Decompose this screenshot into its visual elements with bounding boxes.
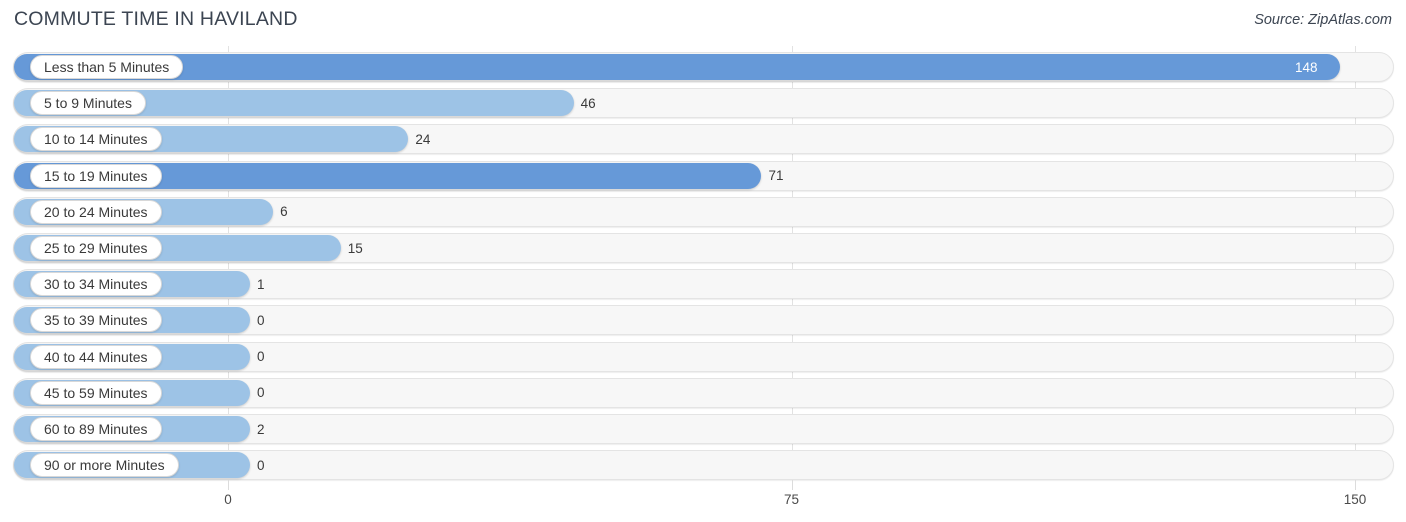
- bar-value-label: 0: [257, 312, 265, 328]
- category-label-pill: 10 to 14 Minutes: [30, 127, 162, 152]
- chart-header: COMMUTE TIME IN HAVILAND Source: ZipAtla…: [0, 0, 1406, 42]
- bar-value-label: 71: [768, 168, 784, 184]
- source-attribution: Source: ZipAtlas.com: [1254, 12, 1392, 28]
- value-bar[interactable]: [14, 54, 1340, 80]
- axis-tick-mark: [791, 480, 793, 490]
- category-label-pill: 35 to 39 Minutes: [30, 308, 162, 333]
- table-row[interactable]: 30 to 34 Minutes 1: [13, 269, 1394, 300]
- bar-rows: Less than 5 Minutes 148 5 to 9 Minutes 46 10…: [0, 46, 1406, 486]
- bar-value-label: 1: [257, 276, 265, 292]
- table-row[interactable]: 25 to 29 Minutes 15: [13, 233, 1394, 263]
- table-row[interactable]: 35 to 39 Minutes 0: [13, 305, 1394, 336]
- category-label: 60 to 89 Minutes: [44, 421, 148, 437]
- category-label: Less than 5 Minutes: [44, 59, 170, 75]
- category-label-pill: 90 or more Minutes: [30, 453, 179, 478]
- x-axis: 0 75 150: [0, 480, 1406, 522]
- bar-value-label: 6: [280, 204, 288, 220]
- axis-tick-label: 75: [783, 492, 800, 507]
- table-row[interactable]: 20 to 24 Minutes 6: [13, 196, 1394, 227]
- axis-tick-label: 0: [224, 492, 232, 507]
- category-label: 45 to 59 Minutes: [44, 384, 148, 401]
- table-row[interactable]: 90 or more Minutes 0: [13, 450, 1394, 481]
- category-label-pill: 15 to 19 Minutes: [30, 163, 162, 188]
- category-label-pill: Less than 5 Minutes: [30, 55, 184, 79]
- table-row[interactable]: 60 to 89 Minutes 2: [13, 414, 1394, 444]
- bar-value-label: 148: [1294, 59, 1318, 75]
- category-label: 5 to 9 Minutes: [44, 95, 132, 112]
- category-label-pill: 5 to 9 Minutes: [30, 91, 146, 116]
- category-label: 90 or more Minutes: [44, 457, 165, 474]
- axis-tick-mark: [1355, 480, 1356, 490]
- category-label: 40 to 44 Minutes: [44, 348, 148, 365]
- category-label-pill: 25 to 29 Minutes: [30, 236, 162, 260]
- bar-value-label: 46: [580, 95, 596, 111]
- table-row[interactable]: 5 to 9 Minutes 46: [13, 88, 1394, 119]
- category-label: 15 to 19 Minutes: [44, 167, 148, 184]
- category-label-pill: 30 to 34 Minutes: [30, 272, 162, 297]
- category-label-pill: 60 to 89 Minutes: [30, 417, 162, 441]
- category-label: 20 to 24 Minutes: [44, 203, 148, 220]
- bar-value-label: 0: [257, 457, 265, 473]
- page-title: COMMUTE TIME IN HAVILAND: [14, 8, 298, 30]
- table-row[interactable]: Less than 5 Minutes 148: [13, 52, 1394, 82]
- axis-tick-label: 150: [1343, 492, 1367, 507]
- table-row[interactable]: 40 to 44 Minutes 0: [13, 341, 1394, 372]
- bar-value-label: 24: [415, 131, 431, 147]
- table-row[interactable]: 10 to 14 Minutes 24: [13, 124, 1394, 155]
- category-label: 25 to 29 Minutes: [44, 240, 148, 256]
- chart-plot-area: Less than 5 Minutes 148 5 to 9 Minutes 46 10…: [0, 46, 1406, 486]
- bar-value-label: 2: [257, 421, 265, 437]
- table-row[interactable]: 15 to 19 Minutes 71: [13, 160, 1394, 191]
- category-label-pill: 40 to 44 Minutes: [30, 344, 162, 369]
- category-label-pill: 20 to 24 Minutes: [30, 199, 162, 224]
- category-label: 10 to 14 Minutes: [44, 131, 148, 148]
- category-label-pill: 45 to 59 Minutes: [30, 380, 162, 405]
- category-label: 30 to 34 Minutes: [44, 276, 148, 293]
- axis-tick-mark: [228, 480, 229, 490]
- category-label: 35 to 39 Minutes: [44, 312, 148, 329]
- bar-value-label: 15: [347, 240, 363, 256]
- bar-value-label: 0: [257, 349, 265, 365]
- table-row[interactable]: 45 to 59 Minutes 0: [13, 377, 1394, 408]
- bar-value-label: 0: [257, 385, 265, 401]
